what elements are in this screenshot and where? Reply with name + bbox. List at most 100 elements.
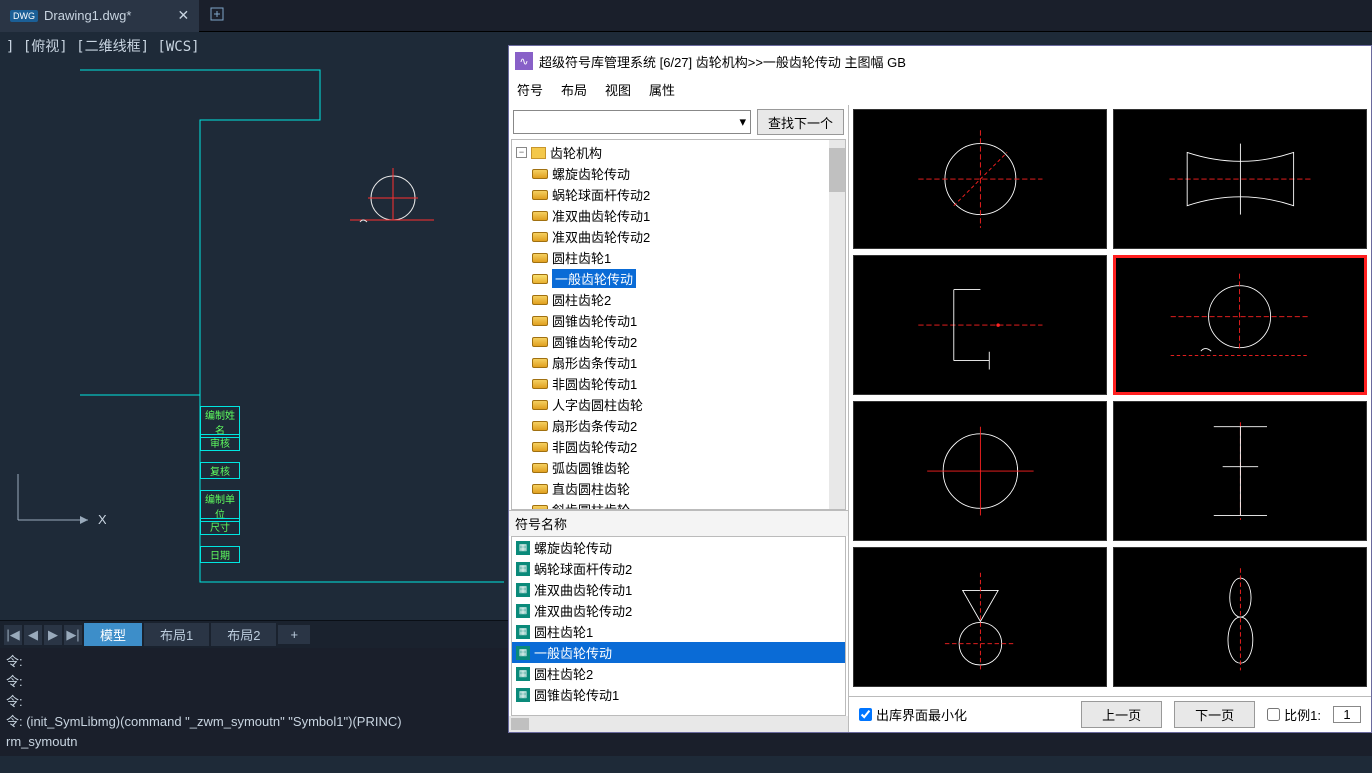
close-tab-icon[interactable]: ✕ [177, 7, 189, 24]
layout1-tab[interactable]: 布局1 [144, 623, 209, 646]
next-page-button[interactable]: 下一页 [1174, 701, 1255, 728]
tree-item-label: 准双曲齿轮传动2 [552, 227, 650, 246]
symbol-list[interactable]: ▦螺旋齿轮传动▦蜗轮球面杆传动2▦准双曲齿轮传动1▦准双曲齿轮传动2▦圆柱齿轮1… [511, 536, 846, 716]
symlist-item-label: 圆柱齿轮1 [534, 622, 593, 641]
scroll-thumb[interactable] [829, 148, 845, 192]
tree-item[interactable]: 圆锥齿轮传动1 [512, 310, 845, 331]
preview-cell[interactable] [853, 547, 1107, 687]
preview-cell[interactable] [1113, 109, 1367, 249]
title-block-cell: 尺寸 [200, 518, 240, 535]
tree-root-label: 齿轮机构 [550, 143, 602, 162]
collapse-icon[interactable]: − [516, 147, 527, 158]
layout-nav-first[interactable]: |◀ [4, 625, 22, 645]
ratio-checkbox[interactable]: 比例1: [1267, 705, 1321, 724]
new-tab-button[interactable] [199, 6, 235, 25]
symlist-item[interactable]: ▦圆柱齿轮2 [512, 663, 845, 684]
preview-cell-selected[interactable] [1113, 255, 1367, 395]
file-tab-title: Drawing1.dwg* [44, 8, 131, 23]
tree-item-label: 非圆齿轮传动1 [552, 374, 637, 393]
symbol-name-header: 符号名称 [509, 510, 848, 536]
tree-item[interactable]: 扇形齿条传动2 [512, 415, 845, 436]
symlist-hscroll[interactable] [509, 716, 848, 732]
symbol-list-icon: ▦ [516, 583, 530, 597]
scroll-thumb[interactable] [511, 718, 529, 730]
tree-item[interactable]: 准双曲齿轮传动2 [512, 226, 845, 247]
symlist-item[interactable]: ▦圆锥齿轮传动1 [512, 684, 845, 705]
search-combo[interactable]: ▾ [513, 110, 751, 134]
dwg-badge: DWG [10, 10, 38, 22]
tree-item-label: 扇形齿条传动1 [552, 353, 637, 372]
tree-item[interactable]: 扇形齿条传动1 [512, 352, 845, 373]
layout-nav-last[interactable]: ▶| [64, 625, 82, 645]
preview-cell[interactable] [853, 401, 1107, 541]
symbol-icon [532, 442, 548, 452]
tree-item-label: 准双曲齿轮传动1 [552, 206, 650, 225]
menu-symbol[interactable]: 符号 [517, 80, 543, 99]
symbol-list-icon: ▦ [516, 646, 530, 660]
symbol-list-icon: ▦ [516, 625, 530, 639]
tree-item[interactable]: 圆柱齿轮2 [512, 289, 845, 310]
tree-scrollbar[interactable] [829, 140, 845, 509]
tree-item-label: 圆锥齿轮传动2 [552, 332, 637, 351]
title-block-cell: 日期 [200, 546, 240, 563]
symlist-item-label: 圆柱齿轮2 [534, 664, 593, 683]
symlist-item[interactable]: ▦螺旋齿轮传动 [512, 537, 845, 558]
symbol-tree[interactable]: − 齿轮机构 螺旋齿轮传动蜗轮球面杆传动2准双曲齿轮传动1准双曲齿轮传动2圆柱齿… [511, 139, 846, 510]
add-layout-tab[interactable]: + [278, 625, 310, 644]
title-block-cell: 复核 [200, 462, 240, 479]
ratio-label: 比例1: [1284, 705, 1321, 724]
symbol-lib-menubar: 符号 布局 视图 属性 [509, 76, 1371, 105]
tree-item[interactable]: 弧齿圆锥齿轮 [512, 457, 845, 478]
tree-item-label: 圆柱齿轮2 [552, 290, 611, 309]
preview-cell[interactable] [1113, 401, 1367, 541]
layout-nav-next[interactable]: ▶ [44, 625, 62, 645]
symbol-icon [532, 274, 548, 284]
symbol-lib-titlebar[interactable]: ∿ 超级符号库管理系统 [6/27] 齿轮机构>>一般齿轮传动 主图幅 GB [509, 46, 1371, 76]
tree-item-label: 圆锥齿轮传动1 [552, 311, 637, 330]
file-tab[interactable]: DWG Drawing1.dwg* ✕ [0, 0, 199, 32]
tree-item-label: 一般齿轮传动 [552, 269, 636, 288]
symlist-item[interactable]: ▦一般齿轮传动 [512, 642, 845, 663]
layout2-tab[interactable]: 布局2 [211, 623, 276, 646]
layout-nav-prev[interactable]: ◀ [24, 625, 42, 645]
tree-item[interactable]: 准双曲齿轮传动1 [512, 205, 845, 226]
preview-cell[interactable] [1113, 547, 1367, 687]
tree-item[interactable]: 非圆齿轮传动2 [512, 436, 845, 457]
tree-item[interactable]: 一般齿轮传动 [512, 268, 845, 289]
find-next-button[interactable]: 查找下一个 [757, 109, 844, 135]
symbol-icon [532, 190, 548, 200]
ratio-input[interactable] [1333, 706, 1361, 723]
menu-view[interactable]: 视图 [605, 80, 631, 99]
drawing-canvas[interactable]: 编制姓名 审核 复核 编制单位 尺寸 日期 X [0, 60, 508, 620]
menu-layout[interactable]: 布局 [561, 80, 587, 99]
symlist-item[interactable]: ▦准双曲齿轮传动1 [512, 579, 845, 600]
tree-item[interactable]: 斜齿圆柱齿轮 [512, 499, 845, 510]
model-tab[interactable]: 模型 [84, 623, 142, 646]
tree-item-label: 非圆齿轮传动2 [552, 437, 637, 456]
tree-item[interactable]: 直齿圆柱齿轮 [512, 478, 845, 499]
tree-item[interactable]: 蜗轮球面杆传动2 [512, 184, 845, 205]
menu-prop[interactable]: 属性 [649, 80, 675, 99]
tree-item[interactable]: 非圆齿轮传动1 [512, 373, 845, 394]
minimize-checkbox[interactable]: 出库界面最小化 [859, 705, 967, 724]
prev-page-button[interactable]: 上一页 [1081, 701, 1162, 728]
symlist-item[interactable]: ▦准双曲齿轮传动2 [512, 600, 845, 621]
symbol-icon [532, 484, 548, 494]
preview-area: 出库界面最小化 上一页 下一页 比例1: [849, 105, 1371, 732]
tree-item[interactable]: 人字齿圆柱齿轮 [512, 394, 845, 415]
symbol-icon [532, 337, 548, 347]
symlist-item[interactable]: ▦蜗轮球面杆传动2 [512, 558, 845, 579]
symbol-icon [532, 421, 548, 431]
preview-cell[interactable] [853, 109, 1107, 249]
preview-cell[interactable] [853, 255, 1107, 395]
tree-item[interactable]: 圆锥齿轮传动2 [512, 331, 845, 352]
symlist-item-label: 准双曲齿轮传动2 [534, 601, 632, 620]
symbol-lib-left-panel: ▾ 查找下一个 − 齿轮机构 螺旋齿轮传动蜗轮球面杆传动2准双曲齿轮传动1 准双曲… [509, 105, 849, 732]
symbol-icon [532, 316, 548, 326]
ratio-checkbox-input[interactable] [1267, 708, 1280, 721]
tree-item[interactable]: 圆柱齿轮1 [512, 247, 845, 268]
symlist-item[interactable]: ▦ 圆柱齿轮1 [512, 621, 845, 642]
tree-item[interactable]: 螺旋齿轮传动 [512, 163, 845, 184]
minimize-checkbox-input[interactable] [859, 708, 872, 721]
tree-root[interactable]: − 齿轮机构 [512, 142, 845, 163]
